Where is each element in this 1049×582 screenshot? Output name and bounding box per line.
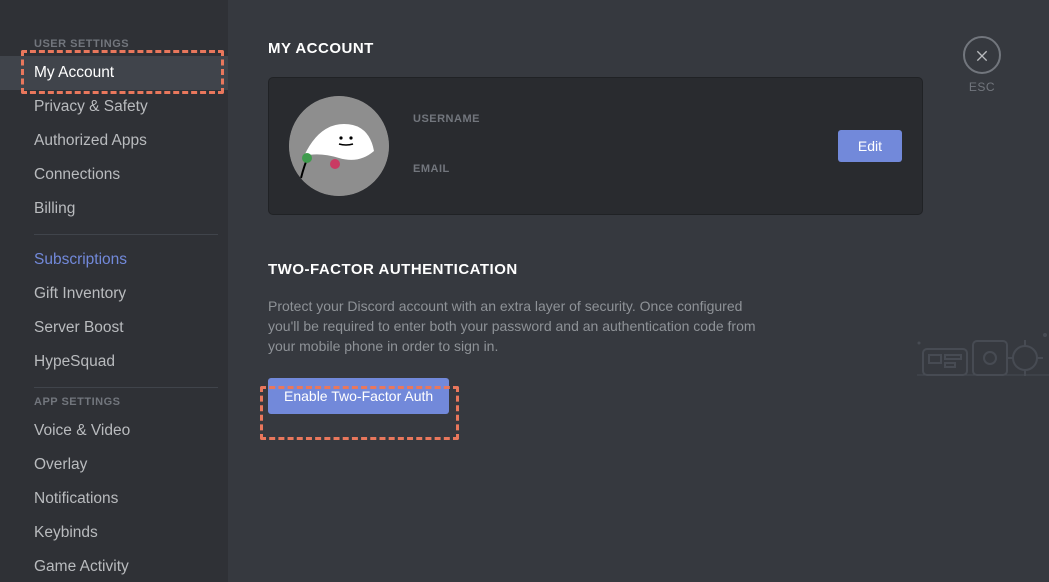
account-card: USERNAME EMAIL Edit xyxy=(268,77,923,215)
sidebar-heading-user-settings: USER SETTINGS xyxy=(0,38,228,56)
sidebar-item-notifications[interactable]: Notifications xyxy=(0,482,228,516)
sidebar-item-label: Authorized Apps xyxy=(34,132,147,149)
two-factor-description: Protect your Discord account with an ext… xyxy=(268,296,768,356)
sidebar-item-privacy-safety[interactable]: Privacy & Safety xyxy=(0,90,228,124)
close-label: ESC xyxy=(963,80,1001,94)
two-factor-section: TWO-FACTOR AUTHENTICATION Protect your D… xyxy=(268,261,923,414)
sidebar-item-hypesquad[interactable]: HypeSquad xyxy=(0,345,228,379)
edit-button[interactable]: Edit xyxy=(838,130,902,162)
sidebar-item-connections[interactable]: Connections xyxy=(0,158,228,192)
sidebar-item-gift-inventory[interactable]: Gift Inventory xyxy=(0,277,228,311)
sidebar-item-label: Notifications xyxy=(34,490,118,507)
close-button[interactable]: ESC xyxy=(963,36,1001,94)
sidebar-item-label: Keybinds xyxy=(34,524,98,541)
sidebar-item-label: Gift Inventory xyxy=(34,285,126,302)
sidebar-item-subscriptions[interactable]: Subscriptions xyxy=(0,243,228,277)
sidebar-item-game-activity[interactable]: Game Activity xyxy=(0,550,228,582)
settings-sidebar: USER SETTINGS My Account Privacy & Safet… xyxy=(0,0,228,582)
content-area: ESC MY ACCOUNT USERNAME EMAIL xyxy=(228,0,1049,582)
sidebar-item-keybinds[interactable]: Keybinds xyxy=(0,516,228,550)
sidebar-item-my-account[interactable]: My Account xyxy=(0,56,228,90)
sidebar-heading-app-settings: APP SETTINGS xyxy=(0,396,228,414)
email-field-label: EMAIL xyxy=(413,163,838,175)
two-factor-title: TWO-FACTOR AUTHENTICATION xyxy=(268,261,923,278)
sidebar-item-label: Connections xyxy=(34,166,120,183)
sidebar-item-voice-video[interactable]: Voice & Video xyxy=(0,414,228,448)
sidebar-item-label: Game Activity xyxy=(34,558,129,575)
sidebar-divider xyxy=(34,234,218,235)
sidebar-item-label: Privacy & Safety xyxy=(34,98,148,115)
sidebar-item-billing[interactable]: Billing xyxy=(0,192,228,226)
sidebar-item-label: Voice & Video xyxy=(34,422,130,439)
sidebar-item-label: Subscriptions xyxy=(34,251,127,268)
sidebar-item-label: Server Boost xyxy=(34,319,124,336)
sidebar-item-label: HypeSquad xyxy=(34,353,115,370)
sidebar-item-overlay[interactable]: Overlay xyxy=(0,448,228,482)
sidebar-item-label: Billing xyxy=(34,200,75,217)
avatar[interactable] xyxy=(289,96,389,196)
sidebar-item-label: My Account xyxy=(34,64,114,81)
sidebar-item-label: Overlay xyxy=(34,456,87,473)
username-field-label: USERNAME xyxy=(413,113,838,125)
enable-two-factor-button[interactable]: Enable Two-Factor Auth xyxy=(268,378,449,414)
sidebar-item-authorized-apps[interactable]: Authorized Apps xyxy=(0,124,228,158)
close-icon xyxy=(963,36,1001,74)
sidebar-item-server-boost[interactable]: Server Boost xyxy=(0,311,228,345)
sidebar-divider xyxy=(34,387,218,388)
security-illustration-icon xyxy=(913,321,1049,391)
page-title: MY ACCOUNT xyxy=(268,40,1009,57)
